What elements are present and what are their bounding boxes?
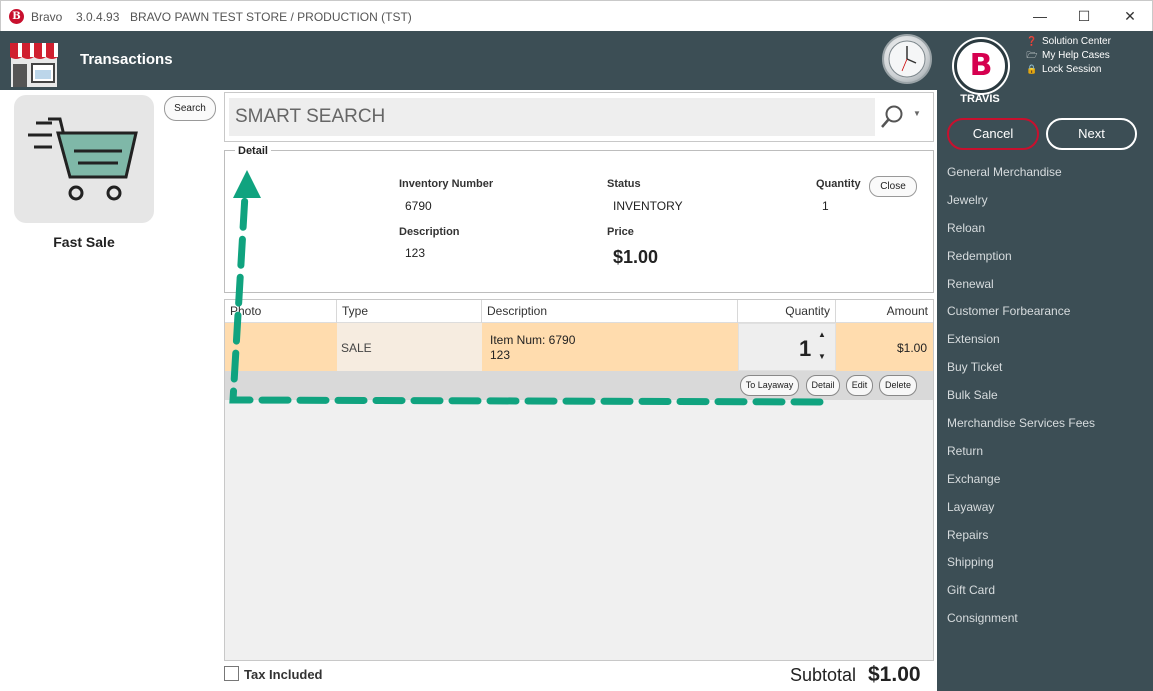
delete-button[interactable]: Delete	[879, 375, 917, 396]
status-label: Status	[607, 178, 641, 190]
menu-item-return[interactable]: Return	[947, 437, 1095, 465]
menu-item-customer-forbearance[interactable]: Customer Forbearance	[947, 297, 1095, 325]
menu-item-extension[interactable]: Extension	[947, 325, 1095, 353]
fast-sale-label: Fast Sale	[53, 234, 115, 250]
menu-item-gift-card[interactable]: Gift Card	[947, 576, 1095, 604]
menu-item-reloan[interactable]: Reloan	[947, 214, 1095, 242]
page-title: Transactions	[80, 51, 173, 68]
detail-button[interactable]: Detail	[806, 375, 840, 396]
menu-item-shipping[interactable]: Shipping	[947, 548, 1095, 576]
folder-icon: 🗁	[1026, 49, 1038, 60]
stepper-arrows: ▲ ▼	[818, 330, 826, 362]
to-layaway-button[interactable]: To Layaway	[740, 375, 799, 396]
photo-cell	[225, 323, 337, 371]
my-help-cases-link[interactable]: 🗁 My Help Cases	[1026, 48, 1111, 62]
lock-icon: 🔒	[1026, 63, 1038, 74]
close-detail-button[interactable]: Close	[869, 176, 917, 197]
subtotal-label: Subtotal	[790, 665, 857, 685]
chevron-down-icon[interactable]: ▼	[913, 109, 921, 118]
inventory-number-value: 6790	[405, 199, 432, 213]
menu-item-renewal[interactable]: Renewal	[947, 270, 1095, 298]
menu-item-general-merchandise[interactable]: General Merchandise	[947, 158, 1095, 186]
menu-item-merchandise-services-fees[interactable]: Merchandise Services Fees	[947, 409, 1095, 437]
clock-icon	[882, 34, 932, 84]
avatar[interactable]: B	[954, 39, 1008, 93]
menu-item-repairs[interactable]: Repairs	[947, 521, 1095, 549]
app-version: 3.0.4.93	[76, 10, 120, 24]
column-header-description[interactable]: Description	[482, 300, 738, 323]
edit-button[interactable]: Edit	[846, 375, 873, 396]
menu-item-bulk-sale[interactable]: Bulk Sale	[947, 381, 1095, 409]
description-cell: Item Num: 6790 123	[482, 323, 738, 371]
menu-item-exchange[interactable]: Exchange	[947, 465, 1095, 493]
price-label: Price	[607, 226, 634, 238]
column-header-quantity[interactable]: Quantity	[738, 300, 836, 323]
window-titlebar: B Bravo 3.0.4.93 BRAVO PAWN TEST STORE /…	[0, 0, 1153, 31]
menu-item-layaway[interactable]: Layaway	[947, 493, 1095, 521]
right-panel: B TRAVIS ❓ Solution Center 🗁 My Help Cases…	[937, 31, 1153, 691]
transaction-type-menu: General Merchandise Jewelry Reloan Redem…	[947, 158, 1095, 632]
inventory-number-label: Inventory Number	[399, 178, 494, 190]
description-value: 123	[405, 246, 426, 260]
bravo-app-icon: B	[9, 9, 24, 24]
transaction-items-table: Photo Type Description Quantity Amount S…	[224, 299, 934, 661]
cancel-button[interactable]: Cancel	[947, 118, 1039, 150]
item-number-text: Item Num: 6790	[490, 333, 576, 347]
maximize-icon[interactable]: ☐	[1061, 1, 1107, 32]
tax-included-label: Tax Included	[244, 667, 323, 682]
search-icon[interactable]	[879, 103, 905, 131]
quantity-label: Quantity	[816, 178, 861, 190]
status-value: INVENTORY	[613, 199, 683, 213]
menu-item-redemption[interactable]: Redemption	[947, 242, 1095, 270]
smart-search-input[interactable]	[229, 98, 875, 136]
user-name: TRAVIS	[960, 93, 1000, 105]
search-button[interactable]: Search	[164, 96, 216, 121]
menu-item-consignment[interactable]: Consignment	[947, 604, 1095, 632]
column-header-type[interactable]: Type	[337, 300, 482, 323]
price-value: $1.00	[613, 247, 659, 267]
next-button[interactable]: Next	[1046, 118, 1137, 150]
quantity-stepper[interactable]: 1 ▲ ▼	[738, 323, 836, 371]
description-label: Description	[399, 226, 460, 238]
fast-sale-tile[interactable]	[14, 95, 154, 223]
detail-legend: Detail	[235, 145, 271, 157]
menu-item-buy-ticket[interactable]: Buy Ticket	[947, 353, 1095, 381]
chevron-up-icon[interactable]: ▲	[818, 330, 826, 340]
bravo-logo-icon: B	[969, 48, 993, 83]
minimize-icon[interactable]: —	[1017, 1, 1063, 32]
table-row[interactable]: SALE Item Num: 6790 123 1 ▲ ▼ $1.00	[225, 323, 933, 371]
amount-cell: $1.00	[836, 323, 933, 371]
item-description-text: 123	[490, 348, 511, 362]
help-links: ❓ Solution Center 🗁 My Help Cases 🔒 Lock Se…	[1026, 34, 1111, 76]
help-icon: ❓	[1026, 35, 1038, 46]
chevron-down-icon[interactable]: ▼	[818, 352, 826, 362]
tax-included-checkbox[interactable]	[224, 666, 239, 681]
menu-item-jewelry[interactable]: Jewelry	[947, 186, 1095, 214]
quantity-value: 1	[822, 199, 829, 213]
column-header-amount[interactable]: Amount	[836, 300, 933, 323]
row-actions-bar: To Layaway Detail Edit Delete	[225, 371, 933, 400]
column-header-photo[interactable]: Photo	[225, 300, 337, 323]
app-header: Transactions	[0, 31, 937, 90]
solution-center-link[interactable]: ❓ Solution Center	[1026, 34, 1111, 48]
app-name: Bravo	[31, 10, 63, 24]
detail-panel: Detail Inventory Number 6790 Status INVE…	[224, 145, 934, 293]
table-header: Photo Type Description Quantity Amount	[225, 300, 933, 323]
close-window-icon[interactable]: ✕	[1107, 1, 1153, 32]
subtotal-value: $1.00	[868, 663, 921, 686]
type-cell: SALE	[337, 323, 482, 371]
store-icon[interactable]	[8, 37, 60, 87]
quantity-stepper-value: 1	[799, 336, 812, 361]
store-name: BRAVO PAWN TEST STORE / PRODUCTION (TST)	[130, 10, 412, 24]
lock-session-link[interactable]: 🔒 Lock Session	[1026, 62, 1111, 76]
smart-search-box: ▼	[224, 92, 934, 142]
shopping-cart-icon	[28, 117, 138, 201]
